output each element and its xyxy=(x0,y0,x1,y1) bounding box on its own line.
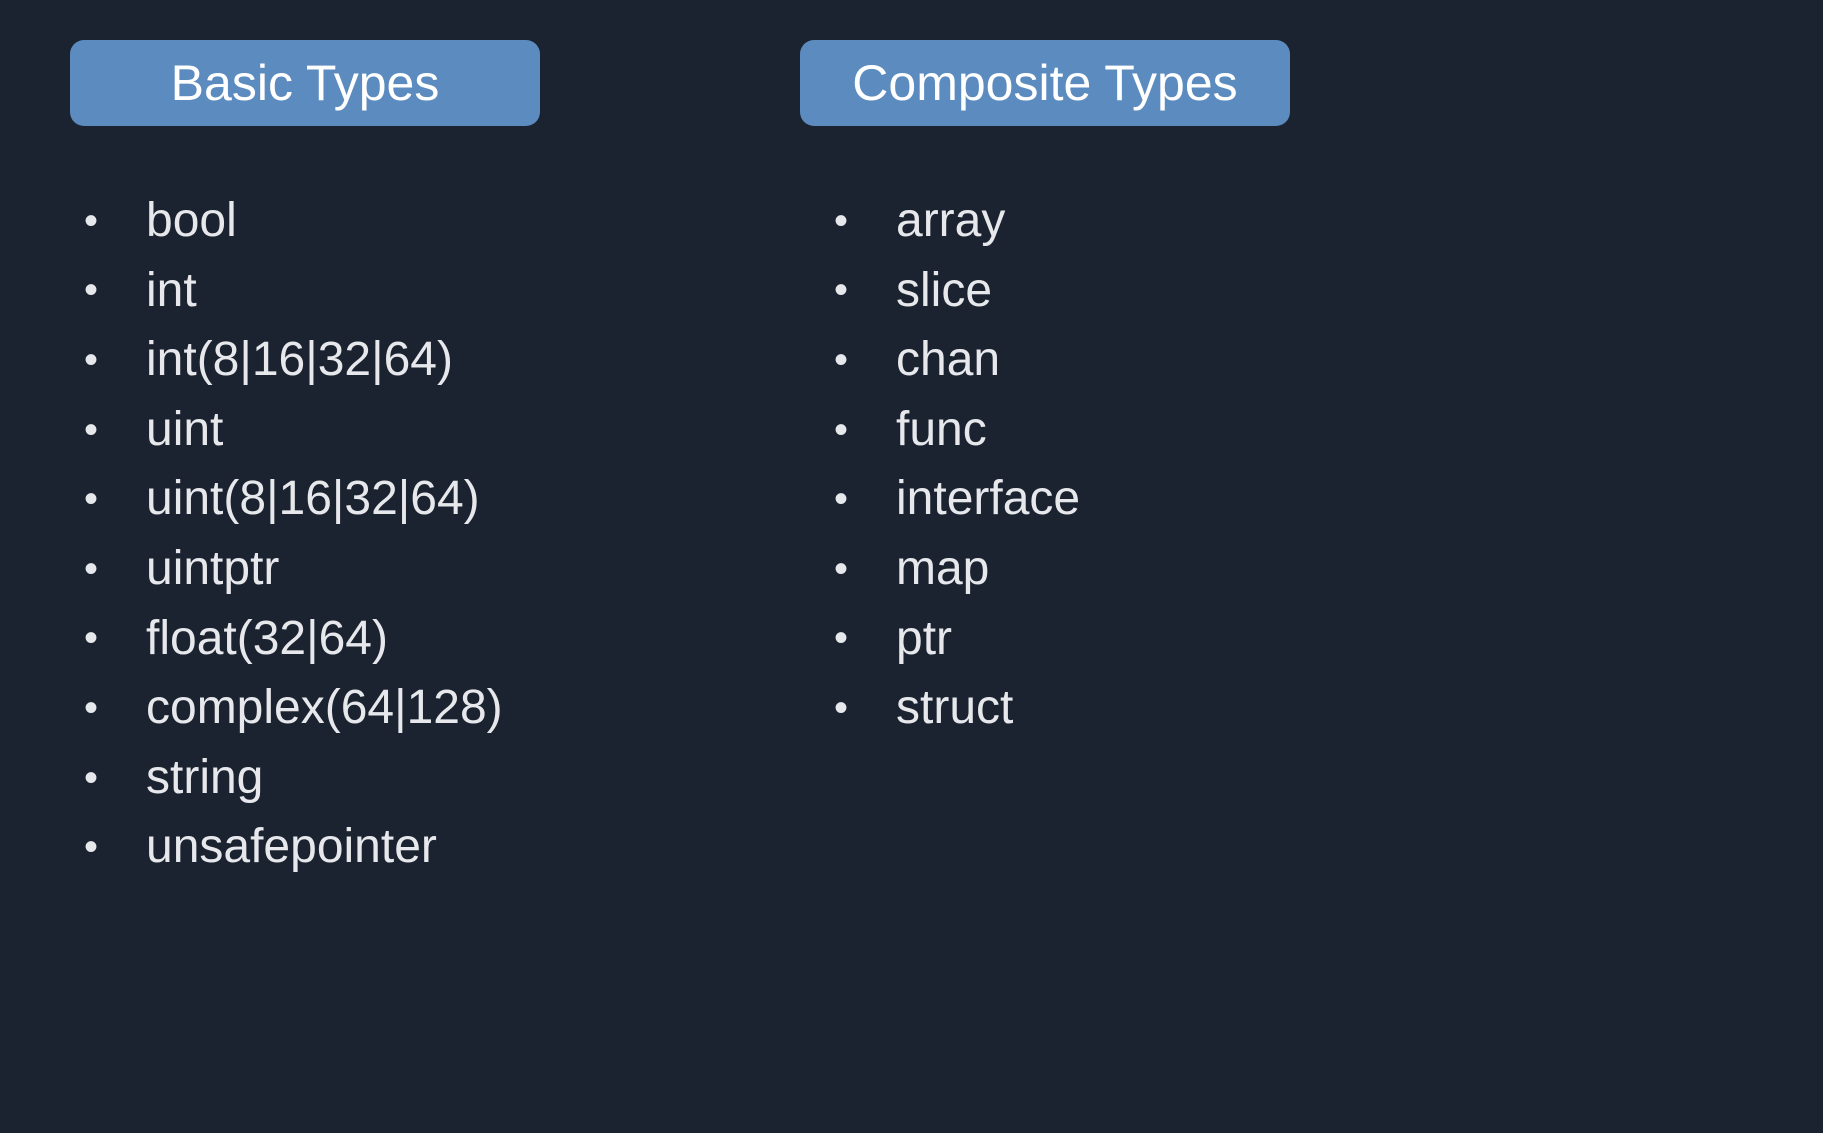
list-item: string xyxy=(80,743,540,813)
list-item: map xyxy=(830,534,1290,604)
list-item: interface xyxy=(830,464,1290,534)
composite-types-list: array slice chan func interface map ptr … xyxy=(820,186,1290,743)
composite-types-header: Composite Types xyxy=(800,40,1290,126)
list-item: complex(64|128) xyxy=(80,673,540,743)
list-item: slice xyxy=(830,256,1290,326)
list-item: bool xyxy=(80,186,540,256)
list-item: uintptr xyxy=(80,534,540,604)
list-item: unsafepointer xyxy=(80,812,540,882)
list-item: chan xyxy=(830,325,1290,395)
list-item: array xyxy=(830,186,1290,256)
list-item: func xyxy=(830,395,1290,465)
list-item: ptr xyxy=(830,604,1290,674)
list-item: uint xyxy=(80,395,540,465)
composite-types-column: Composite Types array slice chan func in… xyxy=(820,40,1290,1093)
list-item: struct xyxy=(830,673,1290,743)
list-item: int(8|16|32|64) xyxy=(80,325,540,395)
basic-types-list: bool int int(8|16|32|64) uint uint(8|16|… xyxy=(70,186,540,882)
list-item: int xyxy=(80,256,540,326)
basic-types-column: Basic Types bool int int(8|16|32|64) uin… xyxy=(70,40,540,1093)
basic-types-header: Basic Types xyxy=(70,40,540,126)
list-item: float(32|64) xyxy=(80,604,540,674)
list-item: uint(8|16|32|64) xyxy=(80,464,540,534)
